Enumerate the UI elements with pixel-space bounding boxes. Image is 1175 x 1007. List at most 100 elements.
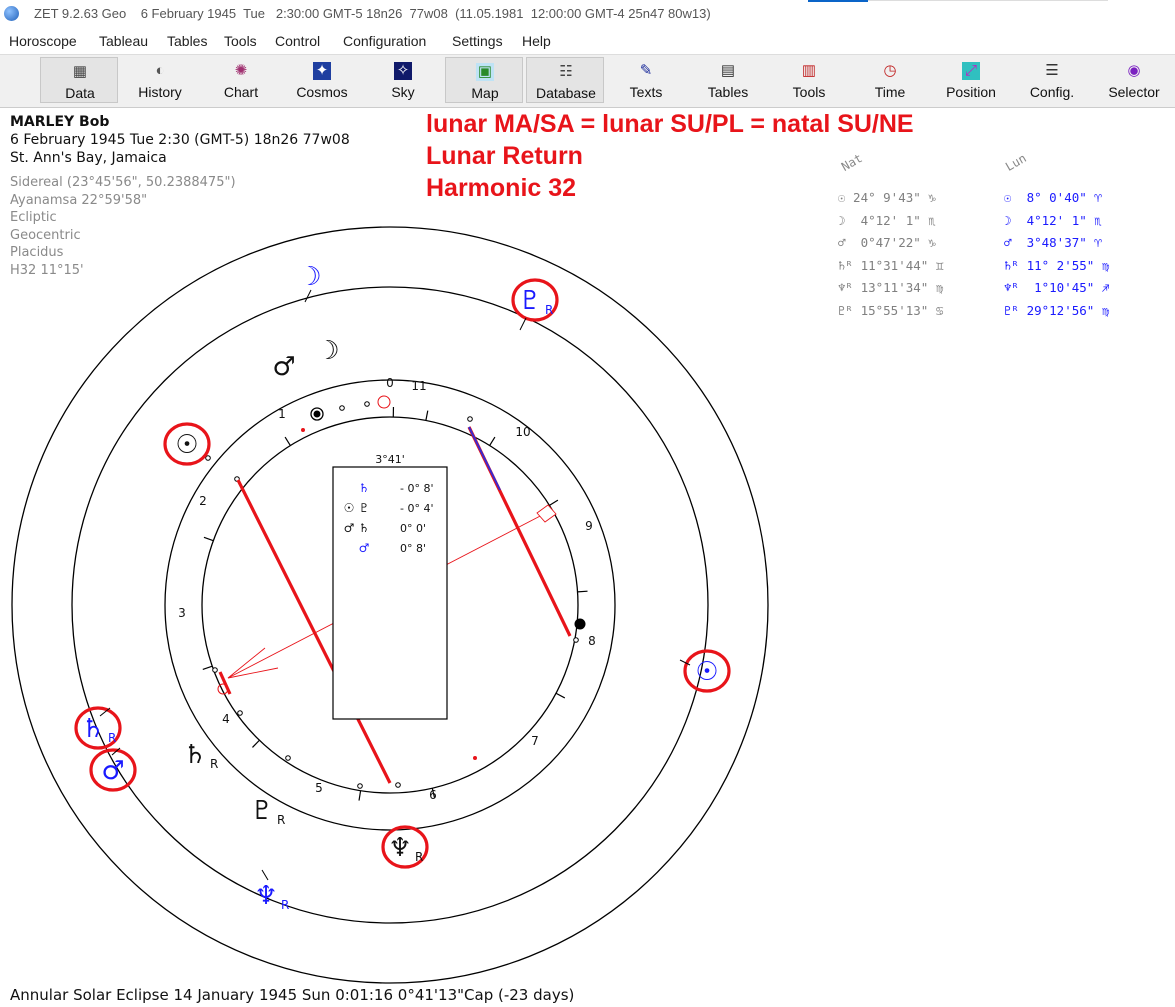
house-cusp-tick — [202, 665, 213, 671]
house-cusp-tick — [555, 692, 566, 699]
house-number: 2 — [199, 494, 207, 508]
toolbar-tables-button[interactable]: ▤ Tables — [689, 57, 767, 103]
toolbar-chart-button[interactable]: ✺ Chart — [202, 57, 280, 103]
cusp-marker — [205, 455, 211, 461]
aspect-orb: 0° 0' — [400, 522, 426, 535]
house-number: 7 — [531, 734, 539, 748]
lunar-position: ♇ᴿ 29°12'56" ♍ — [1004, 302, 1110, 318]
orb-header: 3°41' — [375, 453, 405, 466]
toolbar-data-button[interactable]: ▦ Data — [40, 57, 118, 103]
lunar-planet-retro-mark: R — [281, 898, 289, 912]
menu-settings[interactable]: Settings — [452, 33, 503, 49]
toolbar-label: Sky — [391, 84, 415, 100]
wheel-rings: 0 11 10 9 8 7 6 5 4 3 2 1 3°41' ♄ - 0° 8' ☉ ♇ - 0° 4' ♂ ♄ 0°… — [11, 226, 769, 984]
toolbar-label: Time — [874, 84, 906, 100]
chart-wheel-icon: ✺ — [234, 62, 248, 79]
cusp-marker — [364, 401, 370, 407]
toolbar-label: History — [138, 84, 182, 100]
menu-tableau[interactable]: Tableau — [99, 33, 148, 49]
toolbar-history-button[interactable]: ◐ History — [121, 57, 199, 103]
natal-position: ♇ᴿ 15°55'13" ♋ — [838, 302, 944, 318]
planet-leader-tick — [519, 317, 527, 331]
cusp-marker — [237, 710, 243, 716]
toolbar-label: Texts — [629, 84, 663, 100]
house-cusp-tick — [358, 790, 362, 801]
natal-position: ☉ 24° 9'43" ♑ — [838, 190, 936, 205]
menu-configuration[interactable]: Configuration — [343, 33, 426, 49]
lunar-planet-glyph: ♆ — [254, 881, 277, 911]
person-name: MARLEY Bob — [10, 114, 110, 130]
aspect-glyph: ♇ — [359, 501, 370, 515]
toolbar-cosmos-button[interactable]: ✦ Cosmos — [283, 57, 361, 103]
setting-house-system: Placidus — [10, 245, 64, 260]
house-number: 8 — [588, 634, 596, 648]
house-number: 0 — [386, 376, 394, 390]
data-grid-icon: ▦ — [72, 63, 88, 80]
setting-ecliptic: Ecliptic — [10, 210, 57, 225]
natal-position: ♆ᴿ 13°11'34" ♍ — [838, 280, 944, 295]
planet-row: ♄ᴿ 11°31'44" ♊ ♄ᴿ 11° 2'55" ♍ — [838, 258, 1168, 280]
chart-info: MARLEY Bob 6 February 1945 Tue 2:30 (GMT… — [10, 113, 350, 279]
house-number: 6 — [429, 788, 437, 802]
aspect-line — [218, 671, 232, 695]
setting-harmonic: H32 11°15' — [10, 262, 84, 278]
planet-row: ♂ 0°47'22" ♑ ♂ 3°48'37" ♈ — [838, 235, 1168, 257]
house-cusp-tick — [549, 499, 559, 506]
natal-planet-glyph: ♆ — [388, 833, 411, 863]
toolbar-label: Tables — [707, 84, 749, 100]
red-dot — [473, 756, 477, 760]
red-dot — [301, 428, 305, 432]
tables-icon: ▤ — [720, 62, 736, 79]
cusp-marker — [573, 637, 579, 643]
house-number: 1 — [278, 407, 286, 421]
menu-help[interactable]: Help — [522, 33, 551, 49]
natal-planet-glyph: ☽ — [316, 336, 339, 366]
natal-planet-glyph: ♇ — [250, 796, 273, 826]
house-cusp-tick — [203, 536, 214, 542]
toolbar-label: Map — [471, 85, 499, 101]
toolbar-time-button[interactable]: ◷ Time — [851, 57, 929, 103]
natal-planet-glyph: ♄ — [183, 740, 206, 770]
aspect-orb: - 0° 4' — [400, 502, 433, 515]
sky-icon: ✧ — [394, 62, 412, 80]
annotation-midpoint: lunar MA/SA = lunar SU/PL = natal SU/NE — [426, 110, 914, 138]
menu-bar: Horoscope Tableau Tables Tools Control C… — [0, 30, 1175, 52]
aspect-left-glyph: ♂ — [344, 521, 355, 535]
lunar-planet-glyph: ☉ — [695, 657, 718, 687]
natal-position: ☽ 4°12' 1" ♏ — [838, 212, 936, 228]
toolbar-sky-button[interactable]: ✧ Sky — [364, 57, 442, 103]
eclipse-status-line: Annular Solar Eclipse 14 January 1945 Su… — [10, 986, 575, 1004]
lunar-planet-retro-mark: R — [545, 303, 553, 317]
natal-planet-retro-mark: R — [415, 850, 423, 864]
menu-tables[interactable]: Tables — [167, 33, 207, 49]
lunar-position: ☉ 8° 0'40" ♈ — [1004, 190, 1102, 205]
toolbar-selector-button[interactable]: ◉ Selector — [1095, 57, 1173, 103]
cusp-marker — [285, 755, 291, 761]
natal-position: ♂ 0°47'22" ♑ — [838, 235, 936, 250]
toolbar-position-button[interactable]: ⤢ Position — [932, 57, 1010, 103]
lunar-position: ♆ᴿ 1°10'45" ♐ — [1004, 280, 1110, 295]
natal-planet-retro-mark: R — [210, 757, 218, 771]
lunar-position: ♄ᴿ 11° 2'55" ♍ — [1004, 257, 1110, 273]
house-cusp-tick — [577, 590, 588, 593]
birth-place: St. Ann's Bay, Jamaica — [10, 150, 167, 166]
toolbar-label: Config. — [1029, 84, 1075, 100]
toolbar-texts-button[interactable]: ✎ Texts — [607, 57, 685, 103]
cosmos-icon: ✦ — [313, 62, 331, 80]
aspect-left-glyph: ☉ — [344, 501, 355, 515]
natal-planet-glyph: ☉ — [175, 430, 198, 460]
toolbar-label: Database — [536, 85, 596, 101]
cusp-marker — [212, 667, 218, 673]
red-point-marker — [377, 395, 391, 409]
window-title: ZET 9.2.63 Geo 6 February 1945 Tue 2:30:… — [34, 6, 711, 21]
toolbar-map-button[interactable]: ▣ Map — [445, 57, 523, 103]
menu-tools[interactable]: Tools — [224, 33, 257, 49]
menu-horoscope[interactable]: Horoscope — [9, 33, 77, 49]
toolbar-config-button[interactable]: ☰ Config. — [1013, 57, 1091, 103]
cusp-marker — [357, 783, 363, 789]
toolbar-tools-button[interactable]: ▥ Tools — [770, 57, 848, 103]
menu-control[interactable]: Control — [275, 33, 320, 49]
lun-column-header: Lun — [1003, 151, 1029, 174]
toolbar-database-button[interactable]: ☷ Database — [526, 57, 604, 103]
setting-sidereal: Sidereal (23°45'56", 50.2388475") — [10, 175, 236, 190]
